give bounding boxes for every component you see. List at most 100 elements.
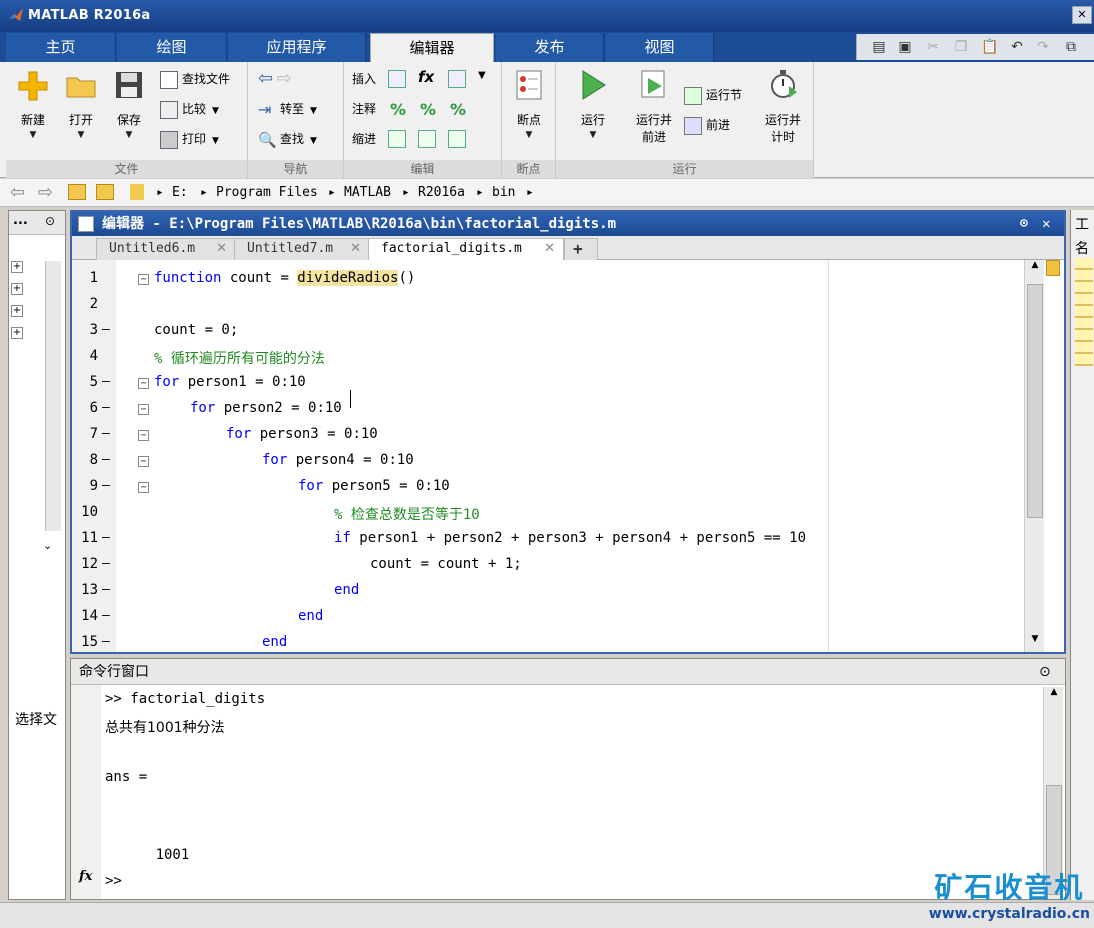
code-line[interactable]: end [298,608,323,624]
chevron-down-icon[interactable]: ⌄ [43,539,52,552]
save-button[interactable]: 保存 ▼ [106,68,152,140]
paste-icon[interactable]: 📋 [981,39,998,55]
goto-button[interactable]: ⇥ 转至 ▼ [258,98,317,120]
editor-scrollbar[interactable]: ▲ ▼ [1024,260,1044,652]
code-analyzer-indicator-icon[interactable] [1046,260,1060,276]
browse-folder-icon[interactable] [96,184,114,200]
back-arrow-icon[interactable]: ⇦ [10,182,25,203]
executable-line-marker[interactable]: — [102,556,110,571]
new-tab-button[interactable]: + [564,238,598,260]
tab-untitled7[interactable]: Untitled7.m ✕ [234,238,370,260]
tab-home[interactable]: 主页 [6,33,116,62]
executable-line-marker[interactable]: — [102,478,110,493]
insert-section-icon[interactable] [388,70,406,88]
code-line[interactable]: end [262,634,287,650]
uncomment-icon[interactable]: % [420,100,436,119]
code-line[interactable]: for person3 = 0:10 [226,426,378,442]
back-arrow-icon[interactable]: ⇦ [258,68,273,89]
insert-function-icon[interactable] [448,70,466,88]
advance-button[interactable]: 前进 [684,114,730,136]
folder-scrollbar[interactable] [45,261,61,531]
tree-expand-icon[interactable]: + [11,261,23,273]
close-icon[interactable]: ✕ [1042,212,1050,236]
executable-line-marker[interactable]: — [102,452,110,467]
scroll-up-icon[interactable]: ▲ [1046,687,1062,701]
executable-line-marker[interactable]: — [102,582,110,597]
variable-icons[interactable] [1075,258,1093,366]
panel-menu-icon[interactable]: ⊙ [45,214,55,228]
fold-toggle-icon[interactable]: − [138,274,149,285]
code-line[interactable]: end [334,582,359,598]
close-icon[interactable]: ✕ [350,239,361,259]
fold-toggle-icon[interactable]: − [138,456,149,467]
executable-line-marker[interactable]: — [102,608,110,623]
code-line[interactable]: count = count + 1; [370,556,522,572]
cut-icon[interactable]: ✂ [925,39,941,55]
tree-expand-icon[interactable]: + [11,305,23,317]
run-and-advance-button[interactable]: 运行并 前进 [628,68,680,145]
comment-percent-icon[interactable]: % [390,100,406,119]
executable-line-marker[interactable]: — [102,322,110,337]
chevron-down-icon[interactable]: ▼ [478,70,486,81]
close-icon[interactable]: ✕ [544,239,555,259]
breadcrumb-item[interactable]: Program Files [216,185,318,200]
smart-indent-icon[interactable] [388,130,406,148]
increase-indent-icon[interactable] [418,130,436,148]
tab-untitled6[interactable]: Untitled6.m ✕ [96,238,236,260]
close-window-button[interactable]: ✕ [1072,6,1092,24]
executable-line-marker[interactable]: — [102,634,110,649]
code-line[interactable]: if person1 + person2 + person3 + person4… [334,530,806,546]
copy-icon[interactable]: ❐ [953,39,969,55]
tab-factorial-digits[interactable]: factorial_digits.m ✕ [368,238,564,260]
fold-toggle-icon[interactable]: − [138,482,149,493]
code-line[interactable]: % 检查总数是否等于10 [334,504,480,524]
code-line[interactable]: for person4 = 0:10 [262,452,414,468]
run-section-button[interactable]: 运行节 [684,84,742,106]
breadcrumb-item[interactable]: bin [492,185,515,200]
tab-editor[interactable]: 编辑器 [370,33,494,62]
forward-arrow-icon[interactable]: ⇨ [277,68,292,89]
fold-toggle-icon[interactable]: − [138,430,149,441]
tab-view[interactable]: 视图 [606,33,714,62]
compare-button[interactable]: 比较 ▼ [160,98,219,120]
command-output[interactable]: >> factorial_digits 总共有1001种分法 ans = 1001 … [101,687,1041,899]
panel-menu-icon[interactable]: ⊙ [1020,212,1028,236]
code-line[interactable]: function count = divideRadios() [154,270,415,286]
layout-icon[interactable]: ▤ [871,39,887,55]
print-button[interactable]: 打印 ▼ [160,128,219,150]
tree-expand-icon[interactable]: + [11,327,23,339]
scroll-up-icon[interactable]: ▲ [1027,260,1043,274]
panel-menu-icon[interactable]: ⊙ [1039,659,1051,685]
find-files-button[interactable]: 查找文件 [160,68,230,90]
up-folder-icon[interactable] [68,184,86,200]
breadcrumb-item[interactable]: R2016a [418,185,465,200]
redo-icon[interactable]: ↷ [1035,39,1051,55]
code-line[interactable]: for person1 = 0:10 [154,374,306,390]
close-icon[interactable]: ✕ [216,239,227,259]
forward-arrow-icon[interactable]: ⇨ [38,182,53,203]
decrease-indent-icon[interactable] [448,130,466,148]
code-line[interactable]: % 循环遍历所有可能的分法 [154,348,325,368]
scroll-thumb[interactable] [1027,284,1043,518]
undo-icon[interactable]: ↶ [1009,39,1025,55]
tab-publish[interactable]: 发布 [496,33,604,62]
run-and-time-button[interactable]: 运行并 计时 [758,68,808,145]
breadcrumb-item[interactable]: MATLAB [344,185,391,200]
fold-toggle-icon[interactable]: − [138,378,149,389]
fx-insert-icon[interactable]: fx [418,68,434,86]
tab-apps[interactable]: 应用程序 [228,33,366,62]
scroll-down-icon[interactable]: ▼ [1027,634,1043,648]
switch-windows-icon[interactable]: ⧉ [1063,39,1079,55]
code-line[interactable]: for person5 = 0:10 [298,478,450,494]
executable-line-marker[interactable]: — [102,400,110,415]
code-area[interactable]: 1− function count = divideRadios() 2 3— coun… [72,260,1026,652]
executable-line-marker[interactable]: — [102,374,110,389]
new-button[interactable]: 新建 ▼ [10,68,56,140]
fold-toggle-icon[interactable]: − [138,404,149,415]
executable-line-marker[interactable]: — [102,426,110,441]
executable-line-marker[interactable]: — [102,530,110,545]
fx-icon[interactable]: fx [79,869,92,884]
code-line[interactable]: for person2 = 0:10 [190,400,342,416]
wrap-comment-icon[interactable]: % [450,100,466,119]
breadcrumb-item[interactable]: E: [172,185,188,200]
